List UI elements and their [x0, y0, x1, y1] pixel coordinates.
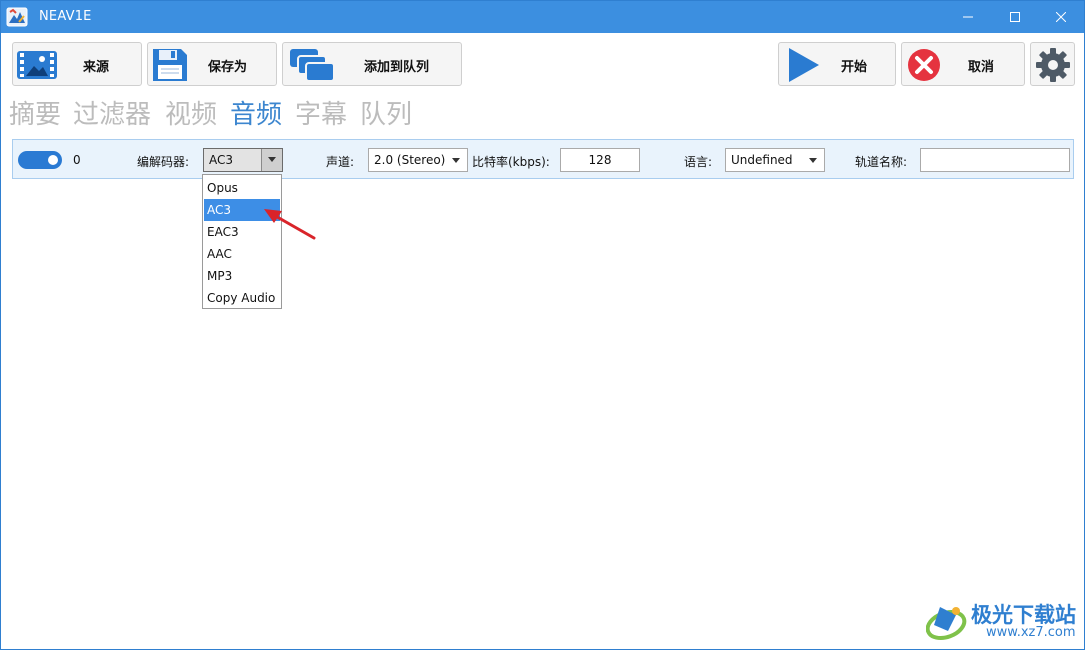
codec-dropdown-button[interactable]	[261, 149, 282, 171]
floppy-disk-icon	[153, 49, 187, 81]
settings-button[interactable]	[1030, 42, 1075, 86]
language-label: 语言:	[684, 155, 713, 169]
language-select[interactable]: Undefined	[725, 148, 825, 172]
tab-summary[interactable]: 摘要	[9, 94, 61, 131]
save-as-button[interactable]: 保存为	[147, 42, 277, 86]
add-to-queue-button[interactable]: 添加到队列	[282, 42, 462, 86]
tab-audio[interactable]: 音频	[230, 94, 282, 131]
window-title: NEAV1E	[39, 9, 92, 24]
cancel-x-icon	[908, 49, 940, 81]
language-value: Undefined	[731, 153, 793, 167]
play-icon	[789, 48, 819, 82]
cancel-button[interactable]: 取消	[901, 42, 1025, 86]
channels-label: 声道:	[326, 155, 355, 169]
start-label: 开始	[841, 60, 868, 75]
annotation-arrow-icon	[264, 209, 316, 240]
film-image-icon	[17, 51, 57, 79]
app-logo-icon	[6, 7, 28, 27]
chevron-down-icon	[452, 158, 460, 163]
tab-video[interactable]: 视频	[165, 94, 217, 131]
chevron-down-icon	[268, 157, 276, 162]
close-icon	[1056, 12, 1066, 22]
tab-queue[interactable]: 队列	[360, 94, 412, 131]
audio-track-row: 0 编解码器: AC3 声道: 2.0 (Stereo) 比特率(kbps): …	[12, 139, 1074, 179]
tab-subtitles[interactable]: 字幕	[295, 94, 347, 131]
maximize-icon	[1010, 12, 1020, 22]
track-index: 0	[73, 153, 81, 167]
maximize-button-hit[interactable]	[992, 1, 1038, 33]
bitrate-label: 比特率(kbps):	[472, 155, 550, 169]
stacked-windows-icon	[290, 49, 335, 82]
save-as-label: 保存为	[208, 60, 248, 75]
source-button[interactable]: 来源	[12, 42, 142, 86]
minimize-button-hit[interactable]	[945, 1, 991, 33]
chevron-down-icon	[809, 158, 817, 163]
codec-value: AC3	[209, 153, 234, 167]
start-button[interactable]: 开始	[778, 42, 896, 86]
channels-value: 2.0 (Stereo)	[374, 153, 446, 167]
close-button[interactable]	[1038, 1, 1084, 33]
track-name-input[interactable]	[920, 148, 1070, 172]
toggle-knob	[48, 155, 58, 165]
track-enable-toggle[interactable]	[18, 151, 62, 169]
track-name-label: 轨道名称:	[855, 155, 908, 169]
source-label: 来源	[83, 60, 110, 75]
codec-option-copy-audio[interactable]: Copy Audio	[204, 287, 280, 309]
bitrate-value: 128	[588, 153, 612, 167]
gear-icon	[1036, 48, 1070, 82]
cancel-label: 取消	[968, 60, 995, 75]
codec-option-aac[interactable]: AAC	[204, 243, 280, 265]
watermark: 极光下载站 www.xz7.com	[926, 599, 1081, 645]
codec-label: 编解码器:	[137, 155, 190, 169]
title-bar[interactable]: NEAV1E	[1, 1, 1084, 33]
codec-option-mp3[interactable]: MP3	[204, 265, 280, 287]
minimize-icon	[963, 16, 973, 18]
channels-select[interactable]: 2.0 (Stereo)	[368, 148, 468, 172]
app-window: NEAV1E 来源 保存为 添加到队列 开始 取消 摘要 过滤器 视频 音频 字…	[0, 0, 1085, 650]
add-to-queue-label: 添加到队列	[364, 60, 430, 75]
watermark-url: www.xz7.com	[986, 625, 1076, 640]
bitrate-input[interactable]: 128	[560, 148, 640, 172]
tab-filters[interactable]: 过滤器	[73, 94, 151, 131]
watermark-logo-icon	[926, 607, 967, 641]
codec-select[interactable]: AC3	[203, 148, 283, 172]
